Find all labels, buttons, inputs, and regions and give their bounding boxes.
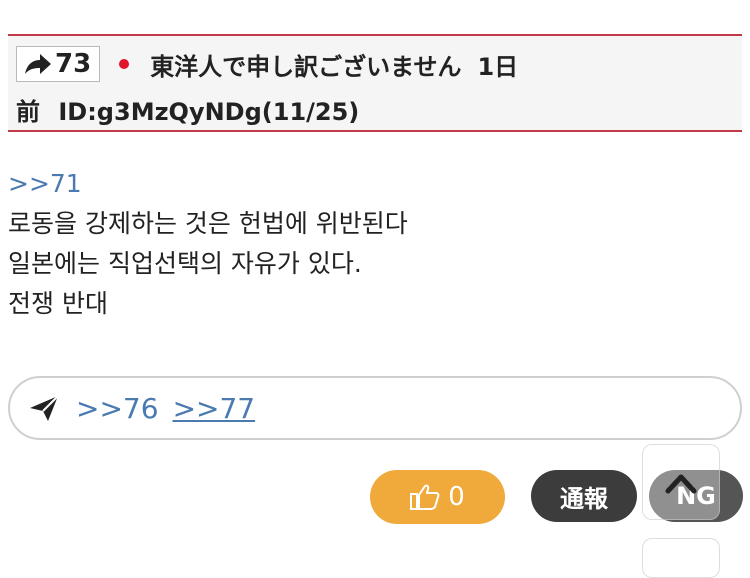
post-line-1: 로동을 강제하는 것은 헌법에 위반된다: [8, 209, 408, 238]
reply-list: >>76 >>77: [8, 376, 742, 440]
post-date: 1日: [477, 52, 519, 81]
post-number-button[interactable]: 73: [16, 46, 101, 82]
japan-flag-icon: [112, 52, 136, 76]
post-line-3: 전쟁 반대: [8, 289, 108, 318]
reply-link-77[interactable]: >>77: [173, 392, 256, 425]
like-button[interactable]: 0: [370, 470, 505, 524]
report-button[interactable]: 通報: [531, 470, 637, 522]
post-header-line2: 前 ID:g3MzQyNDg(11/25): [16, 92, 359, 127]
arrow-up-icon: [665, 474, 697, 494]
poster-id[interactable]: ID:g3MzQyNDg(11/25): [58, 98, 359, 126]
scroll-bottom-button[interactable]: [642, 538, 720, 578]
post-header-line1: 73 東洋人で申し訳ございません 1日: [16, 46, 518, 82]
post-number: 73: [55, 49, 92, 79]
post-line-2: 일본에는 직업선택의 자유가 있다.: [8, 249, 362, 278]
post-date-suffix: 前: [16, 98, 40, 126]
poster-name: 東洋人で申し訳ございません: [150, 52, 462, 81]
thumbs-up-icon: [410, 484, 440, 510]
anchor-link[interactable]: >>71: [8, 164, 408, 204]
paper-plane-icon: [30, 395, 59, 421]
post-body: >>71 로동을 강제하는 것은 헌법에 위반된다 일본에는 직업선택의 자유가…: [8, 164, 408, 324]
post-header: 73 東洋人で申し訳ございません 1日 前 ID:g3MzQyNDg(11/25…: [8, 34, 742, 132]
share-arrow-icon: [25, 53, 55, 75]
scroll-top-button[interactable]: [642, 444, 720, 520]
like-count: 0: [448, 482, 465, 512]
reply-link-76[interactable]: >>76: [76, 392, 159, 425]
